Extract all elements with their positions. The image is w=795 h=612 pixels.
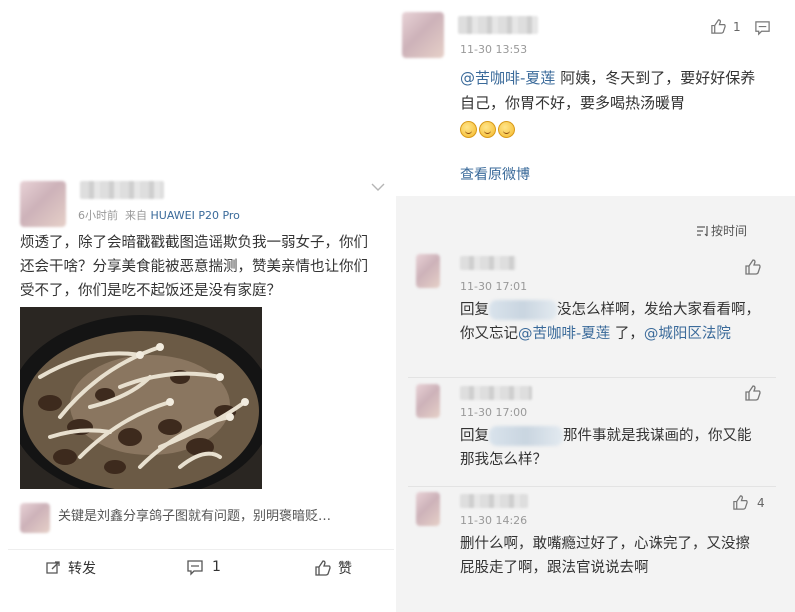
- mention-link[interactable]: @城阳区法院: [644, 326, 731, 342]
- like-icon: [315, 560, 331, 576]
- reply-prefix: 回复: [460, 302, 489, 318]
- repost-label: 转发: [68, 561, 96, 577]
- comment-body: 回复 没怎么样啊，发给大家看看啊，你又忘记@苦咖啡-夏莲 了，@城阳区法院: [460, 298, 760, 346]
- post-meta: 6小时前 来自 HUAWEI P20 Pro: [78, 207, 240, 223]
- post-content: 烦透了，除了会暗戳戳截图造谣欺负我一弱女子，你们还会干啥？分享美食能被恶意揣测，…: [20, 235, 368, 299]
- comment-item: 11-30 17:00 回复 那件事就是我谋画的，你又能那我怎么样？: [396, 382, 776, 482]
- post-source-device[interactable]: HUAWEI P20 Pro: [151, 209, 240, 222]
- thumb-up-icon[interactable]: [744, 384, 762, 402]
- reply-prefix: 回复: [460, 428, 489, 444]
- avatar[interactable]: [416, 384, 440, 418]
- smile-emoji-icon: [460, 121, 477, 138]
- view-original-link[interactable]: 查看原微博: [460, 164, 530, 184]
- post-image-mushroom-hotpot[interactable]: [20, 307, 262, 489]
- comment-like-button[interactable]: 1: [710, 18, 741, 35]
- top-comment-panel: 11-30 13:53 1 @苦咖啡-夏莲 阿姨，冬天到了，要好好保养自己，你胃…: [396, 0, 795, 196]
- username[interactable]: [460, 386, 532, 400]
- avatar[interactable]: [416, 254, 440, 288]
- like-button[interactable]: 赞: [314, 558, 352, 578]
- comment-avatar[interactable]: [20, 503, 50, 533]
- comment-icon: [187, 560, 203, 576]
- reply-target-blurred[interactable]: [489, 426, 563, 446]
- chevron-down-icon[interactable]: [370, 181, 386, 193]
- comment-like-count: 1: [733, 19, 741, 34]
- emoji-row: [460, 119, 517, 138]
- weibo-post-card: 6小时前 来自 HUAWEI P20 Pro 烦透了，除了会暗戳戳截图造谣欺负我…: [8, 167, 394, 590]
- smile-emoji-icon: [498, 121, 515, 138]
- comment-time: 11-30 17:01: [460, 280, 528, 293]
- sort-toggle[interactable]: 按时间: [696, 222, 747, 239]
- username[interactable]: [80, 181, 164, 199]
- avatar[interactable]: [416, 492, 440, 526]
- sort-label: 按时间: [711, 224, 748, 238]
- repost-icon: [46, 561, 60, 574]
- post-time: 6小时前: [78, 209, 118, 222]
- post-top-comment[interactable]: 关键是刘鑫分享鸽子图就有问题，别明褒暗贬…: [58, 507, 388, 527]
- comment-item: 11-30 17:01 回复 没怎么样啊，发给大家看看啊，你又忘记@苦咖啡-夏莲 …: [396, 250, 776, 375]
- comment-body: @苦咖啡-夏莲 阿姨，冬天到了，要好好保养自己，你胃不好，要多喝热汤暖胃: [460, 66, 770, 116]
- thumb-up-icon: [711, 19, 726, 34]
- thumb-up-icon: [733, 495, 748, 510]
- comment-text: 了，: [610, 326, 644, 342]
- comment-count: 1: [212, 559, 221, 575]
- comment-body: 回复 那件事就是我谋画的，你又能那我怎么样？: [460, 424, 760, 472]
- divider: [408, 377, 776, 378]
- comment-time: 11-30 13:53: [460, 43, 528, 56]
- avatar[interactable]: [20, 181, 66, 227]
- thumb-up-icon[interactable]: [744, 258, 762, 276]
- username[interactable]: [460, 256, 516, 270]
- comment-time: 11-30 17:00: [460, 406, 528, 419]
- comment-body: 删什么啊，敢嘴瘾过好了，心诛完了，又没擦屁股走了啊，跟法官说说去啊: [460, 536, 750, 576]
- username[interactable]: [460, 494, 528, 508]
- post-action-bar: 转发 1 赞: [8, 549, 394, 590]
- comment-bubble-icon[interactable]: [754, 19, 771, 36]
- comment-time: 11-30 14:26: [460, 514, 528, 527]
- reply-target-blurred[interactable]: [489, 300, 557, 320]
- comment-item: 11-30 14:26 4 删什么啊，敢嘴瘾过好了，心诛完了，又没擦屁股走了啊，…: [396, 490, 776, 600]
- comment-button[interactable]: 1: [186, 558, 221, 576]
- post-source-prefix: 来自: [125, 209, 147, 222]
- comment-list-panel: 按时间 11-30 17:01 回复 没怎么样啊，发给大家看看啊，你又忘记@苦咖啡…: [396, 196, 795, 612]
- comment-like-button[interactable]: 4: [732, 494, 765, 511]
- mention-link[interactable]: @苦咖啡-夏莲: [518, 326, 610, 342]
- smile-emoji-icon: [479, 121, 496, 138]
- sort-icon: [697, 225, 708, 236]
- mention-link[interactable]: @苦咖啡-夏莲: [460, 69, 555, 87]
- repost-button[interactable]: 转发: [44, 558, 96, 578]
- like-label: 赞: [338, 561, 352, 577]
- avatar[interactable]: [402, 12, 444, 58]
- divider: [408, 486, 776, 487]
- username[interactable]: [458, 16, 538, 34]
- comment-like-count: 4: [757, 495, 765, 510]
